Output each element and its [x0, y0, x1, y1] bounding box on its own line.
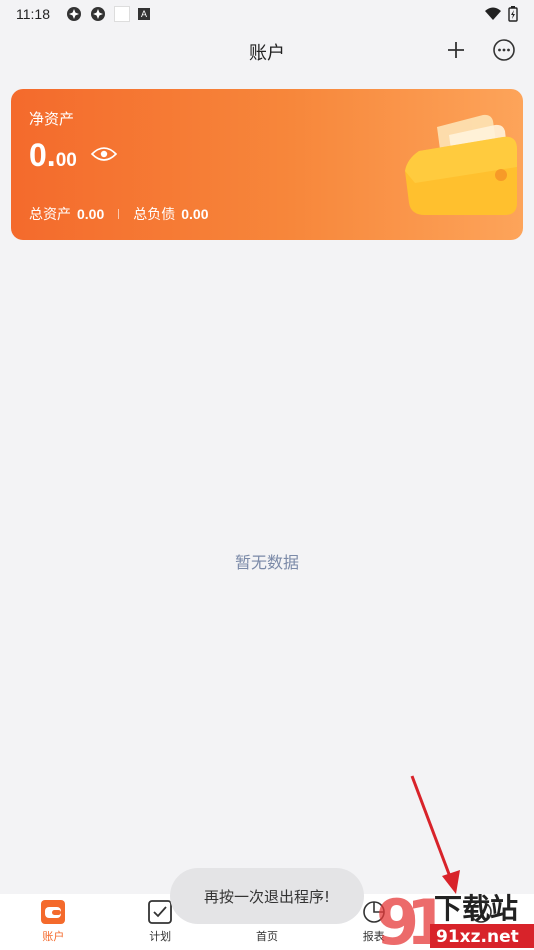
more-circle-icon — [493, 39, 515, 61]
page-title: 账户 — [249, 43, 285, 64]
status-notification-icons: A — [66, 6, 150, 22]
net-asset-integer: 0. — [29, 137, 56, 173]
wallet-illustration-icon — [405, 114, 517, 215]
total-assets-value: 0.00 — [77, 206, 105, 222]
empty-state-text: 暂无数据 — [234, 553, 299, 572]
total-assets-label: 总资产 — [29, 207, 71, 223]
add-account-button[interactable] — [442, 36, 470, 64]
letter-badge-icon: A — [138, 8, 150, 20]
tab-label: 首页 — [255, 930, 278, 943]
net-asset-card[interactable]: 净资产 0. 00 总资产 0.00 总负债 0.00 — [11, 89, 523, 240]
net-asset-label: 净资产 — [29, 110, 75, 128]
svg-text:91xz.net: 91xz.net — [436, 927, 519, 947]
tab-accounts[interactable]: 账户 — [0, 894, 107, 950]
header-actions — [442, 36, 518, 64]
checkbox-icon — [148, 900, 173, 924]
net-asset-decimal: 00 — [55, 150, 77, 171]
total-liabilities-value: 0.00 — [181, 206, 209, 222]
exit-toast: 再按一次退出程序! — [170, 868, 364, 924]
tab-label: 计划 — [149, 930, 172, 943]
wallet-icon — [41, 900, 66, 924]
total-liabilities-label: 总负债 — [133, 207, 176, 223]
wifi-icon — [485, 7, 501, 20]
blank-notification-icon — [114, 6, 130, 22]
more-options-button[interactable] — [490, 36, 518, 64]
app-notification-icon — [91, 7, 105, 21]
toast-text: 再按一次退出程序! — [203, 887, 330, 906]
app-header: 账户 — [0, 28, 534, 76]
status-time: 11:18 — [16, 6, 50, 22]
plus-icon — [448, 42, 464, 58]
status-right — [484, 6, 518, 22]
net-asset-value: 0. 00 — [29, 137, 77, 174]
battery-icon — [508, 6, 518, 22]
app-notification-icon — [67, 7, 81, 21]
status-bar: 11:18 A — [0, 0, 534, 28]
eye-icon[interactable] — [91, 145, 117, 163]
asset-summary: 总资产 0.00 总负债 0.00 — [29, 204, 209, 224]
tab-label: 账户 — [42, 930, 65, 943]
summary-divider — [118, 209, 120, 219]
annotation-arrow-icon — [410, 775, 460, 894]
